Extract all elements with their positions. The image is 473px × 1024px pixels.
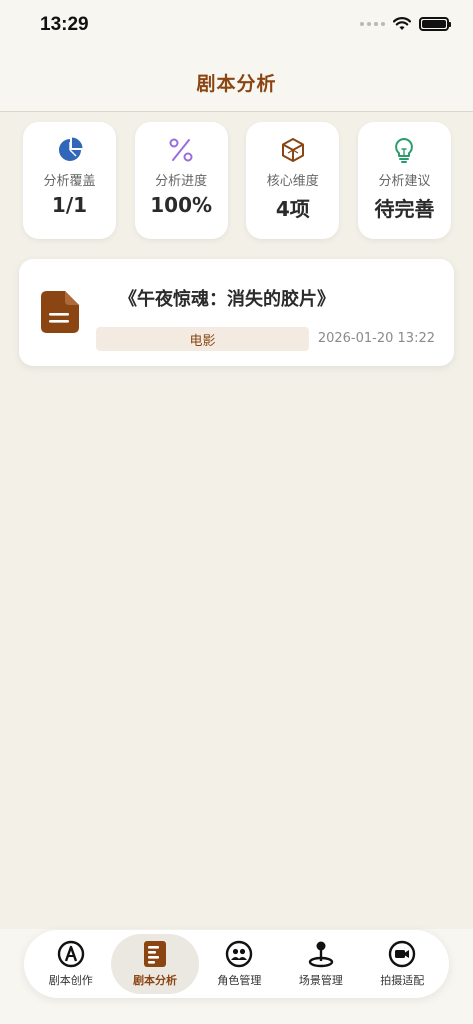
cellular-signal-icon xyxy=(360,22,385,26)
battery-icon xyxy=(419,17,451,31)
script-title: 《午夜惊魂：消失的胶片》 xyxy=(119,289,335,310)
tab-label: 剧本创作 xyxy=(48,974,93,987)
stat-card-dimensions[interactable]: 核心维度 4项 xyxy=(246,122,340,239)
stat-label: 核心维度 xyxy=(266,174,319,189)
cube-icon xyxy=(279,136,307,164)
stat-label: 分析覆盖 xyxy=(43,174,96,189)
location-pin-icon xyxy=(307,940,335,968)
stats-row: 分析覆盖 1/1 分析进度 100% 核心维度 4项 分析建议 待完善 xyxy=(23,122,451,239)
status-bar: 13:29 xyxy=(0,0,473,54)
status-time: 13:29 xyxy=(40,14,89,35)
pen-icon xyxy=(57,940,85,968)
genre-tag: 电影 xyxy=(96,327,309,351)
lightbulb-icon xyxy=(390,136,418,164)
stat-value: 4项 xyxy=(275,197,310,221)
navigation-bar: 剧本分析 xyxy=(0,54,473,112)
page-title: 剧本分析 xyxy=(196,73,277,95)
status-icons xyxy=(360,17,451,31)
document-icon xyxy=(41,291,79,333)
tab-label: 拍摄适配 xyxy=(380,974,425,987)
tab-label: 场景管理 xyxy=(298,974,343,987)
stat-card-coverage[interactable]: 分析覆盖 1/1 xyxy=(23,122,116,239)
tab-scene-management[interactable]: 场景管理 xyxy=(280,934,361,994)
tab-shooting-adaptation[interactable]: 拍摄适配 xyxy=(362,934,443,994)
script-card[interactable]: 《午夜惊魂：消失的胶片》 电影 2026-01-20 13:22 xyxy=(19,259,454,366)
tab-character-management[interactable]: 角色管理 xyxy=(199,934,280,994)
stat-label: 分析建议 xyxy=(378,174,431,189)
video-camera-icon xyxy=(388,940,416,968)
stat-value: 100% xyxy=(150,193,213,217)
script-icon xyxy=(141,940,169,968)
percent-icon xyxy=(167,136,195,164)
stat-card-suggestion[interactable]: 分析建议 待完善 xyxy=(357,122,451,239)
tab-script-analysis[interactable]: 剧本分析 xyxy=(111,934,199,994)
pie-chart-icon xyxy=(56,136,84,164)
tab-bar: 剧本创作 剧本分析 角色管理 场景管理 拍摄适配 xyxy=(24,930,449,998)
stat-label: 分析进度 xyxy=(155,174,208,189)
stat-value: 待完善 xyxy=(374,197,435,221)
tab-script-writing[interactable]: 剧本创作 xyxy=(30,934,111,994)
wifi-icon xyxy=(393,17,411,30)
updated-timestamp: 2026-01-20 13:22 xyxy=(317,331,435,346)
tab-label: 剧本分析 xyxy=(133,974,178,987)
tab-label: 角色管理 xyxy=(217,974,262,987)
people-icon xyxy=(225,940,253,968)
stat-value: 1/1 xyxy=(51,193,88,217)
stat-card-progress[interactable]: 分析进度 100% xyxy=(134,122,228,239)
